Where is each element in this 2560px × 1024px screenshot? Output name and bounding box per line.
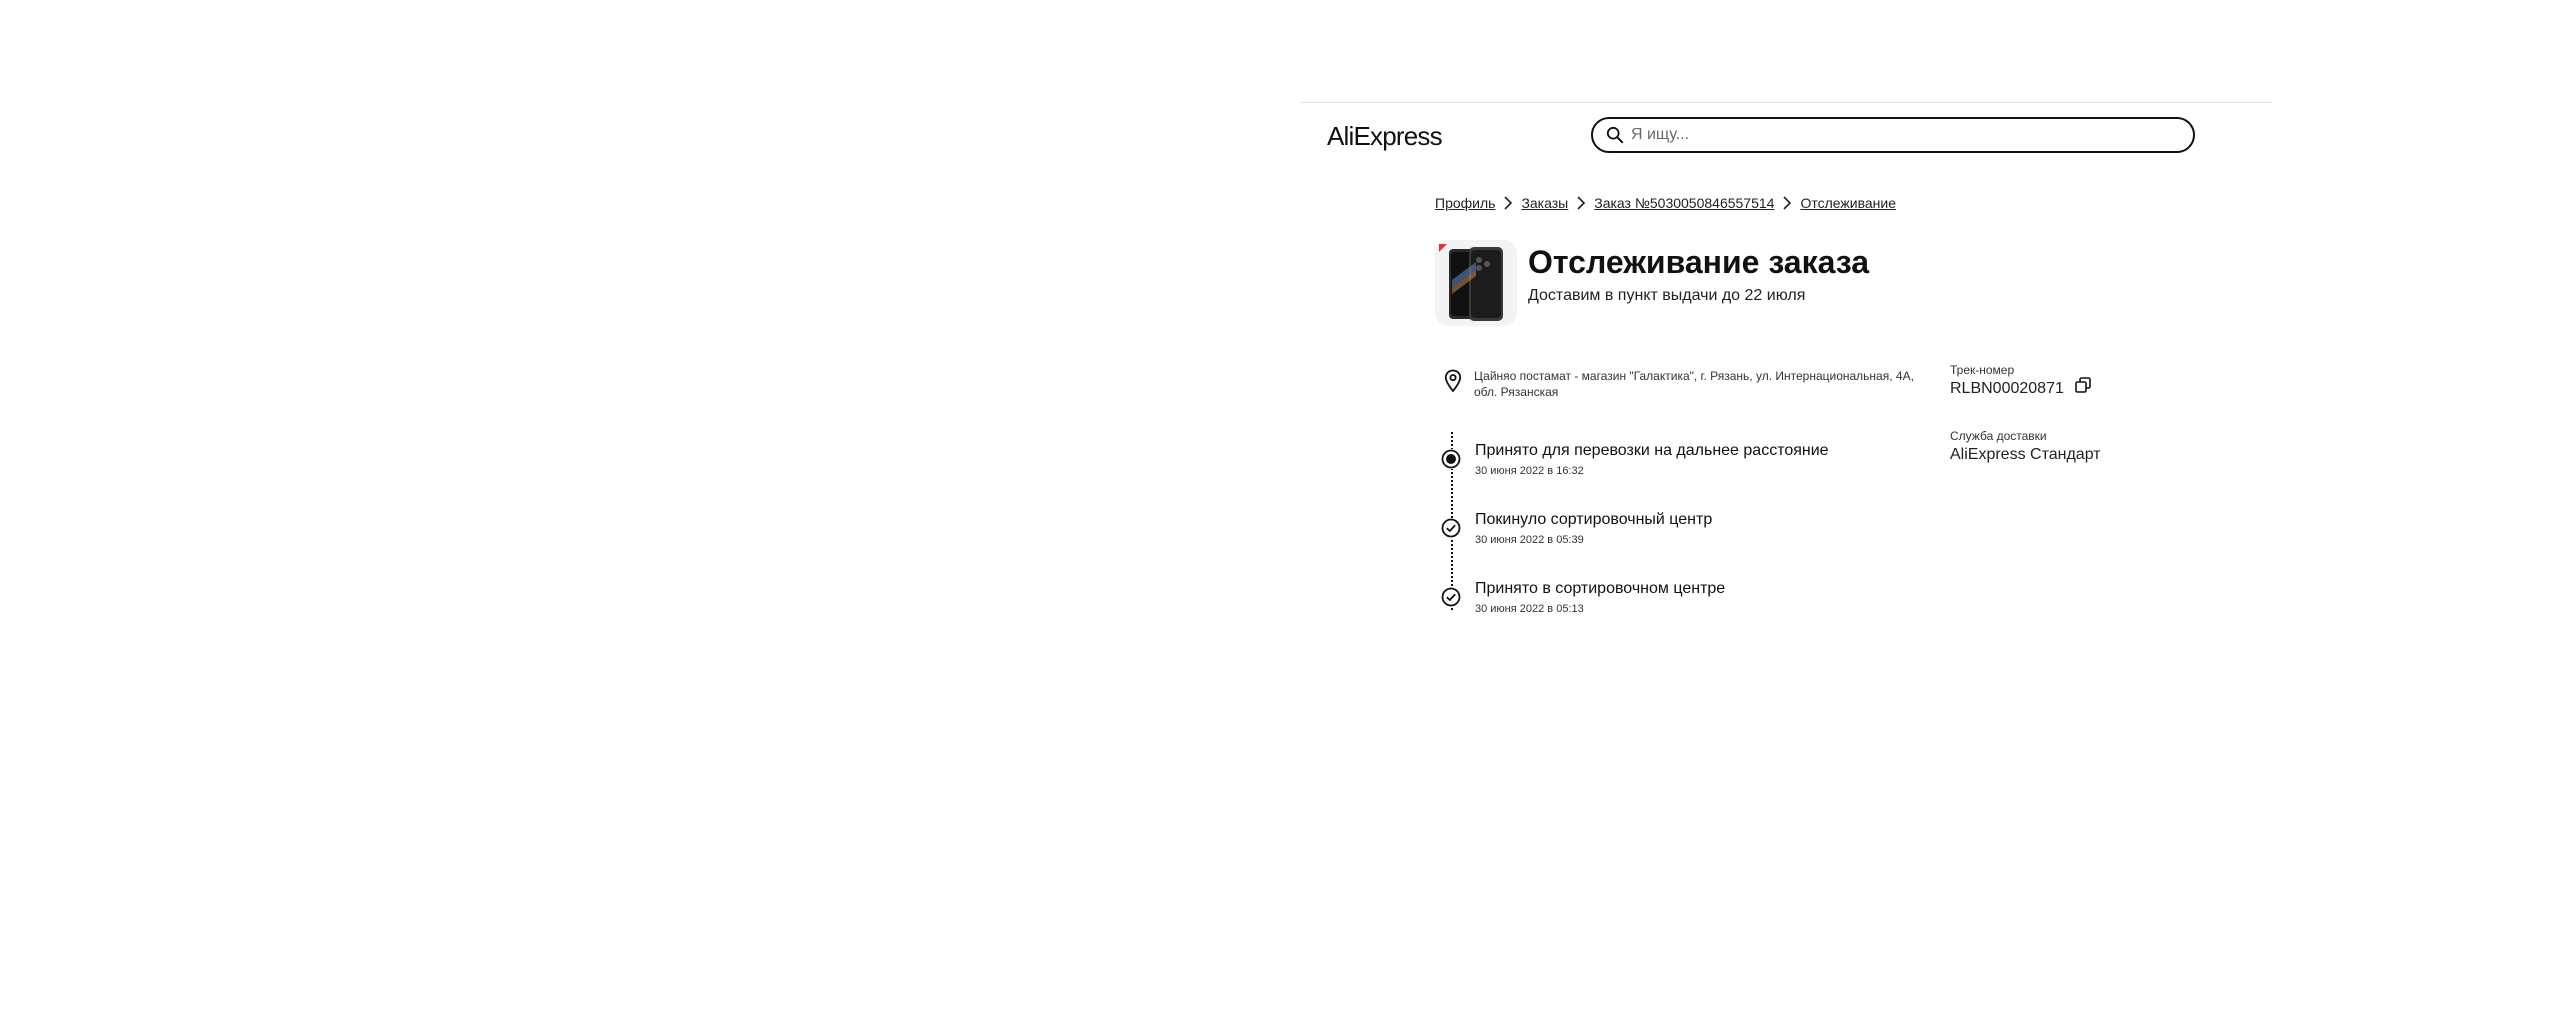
copy-icon[interactable] (2074, 376, 2092, 394)
chevron-right-icon (1783, 196, 1792, 210)
page-title: Отслеживание заказа (1528, 244, 1870, 280)
event-date: 30 июня 2022 в 05:13 (1475, 603, 1584, 612)
tracking-page-content: AliExpress Профиль Заказы Заказ №5030050… (1300, 0, 2272, 612)
breadcrumb: Профиль Заказы Заказ №5030050846557514 О… (1435, 193, 1896, 213)
breadcrumb-orders[interactable]: Заказы (1521, 195, 1568, 211)
check-circle-icon (1441, 587, 1461, 607)
search-icon[interactable] (1606, 126, 1624, 144)
chevron-right-icon (1577, 196, 1586, 210)
product-thumbnail[interactable] (1435, 240, 1517, 326)
delivery-service-value: AliExpress Стандарт (1950, 446, 2101, 463)
track-number-value: RLBN00020871 (1950, 380, 2064, 397)
shipment-info: Трек-номер RLBN00020871 Служба доставки … (1950, 362, 2200, 466)
event-title: Покинуло сортировочный центр (1475, 511, 1713, 528)
header-divider (1300, 102, 2272, 103)
delivery-service-label: Служба доставки (1950, 429, 2047, 443)
event-title: Принято в сортировочном центре (1475, 580, 1726, 597)
active-dot-icon (1441, 449, 1461, 469)
event-date: 30 июня 2022 в 16:32 (1475, 465, 1584, 477)
event-title: Принято для перевозки на дальнее расстоя… (1475, 442, 1829, 459)
tracking-timeline: Принято для перевозки на дальнее расстоя… (1435, 426, 1935, 612)
location-pin-icon (1444, 369, 1462, 393)
smartphone-image (1435, 240, 1517, 326)
aliexpress-logo[interactable]: AliExpress (1327, 116, 1443, 156)
address-text: Цайняо постамат - магазин "Галактика", г… (1474, 369, 1914, 399)
breadcrumb-tracking[interactable]: Отслеживание (1800, 195, 1896, 211)
search-input[interactable] (1631, 119, 2171, 150)
chevron-right-icon (1504, 196, 1513, 210)
check-circle-icon (1441, 518, 1461, 538)
page: AliExpress Профиль Заказы Заказ №5030050… (0, 0, 2560, 1024)
search-bar[interactable] (1591, 117, 2195, 153)
track-number-row: RLBN00020871 (1950, 376, 2200, 400)
breadcrumb-order-number[interactable]: Заказ №5030050846557514 (1594, 195, 1774, 211)
delivery-estimate: Доставим в пункт выдачи до 22 июля (1528, 287, 1806, 304)
event-date: 30 июня 2022 в 05:39 (1475, 534, 1584, 546)
breadcrumb-profile[interactable]: Профиль (1435, 195, 1495, 211)
